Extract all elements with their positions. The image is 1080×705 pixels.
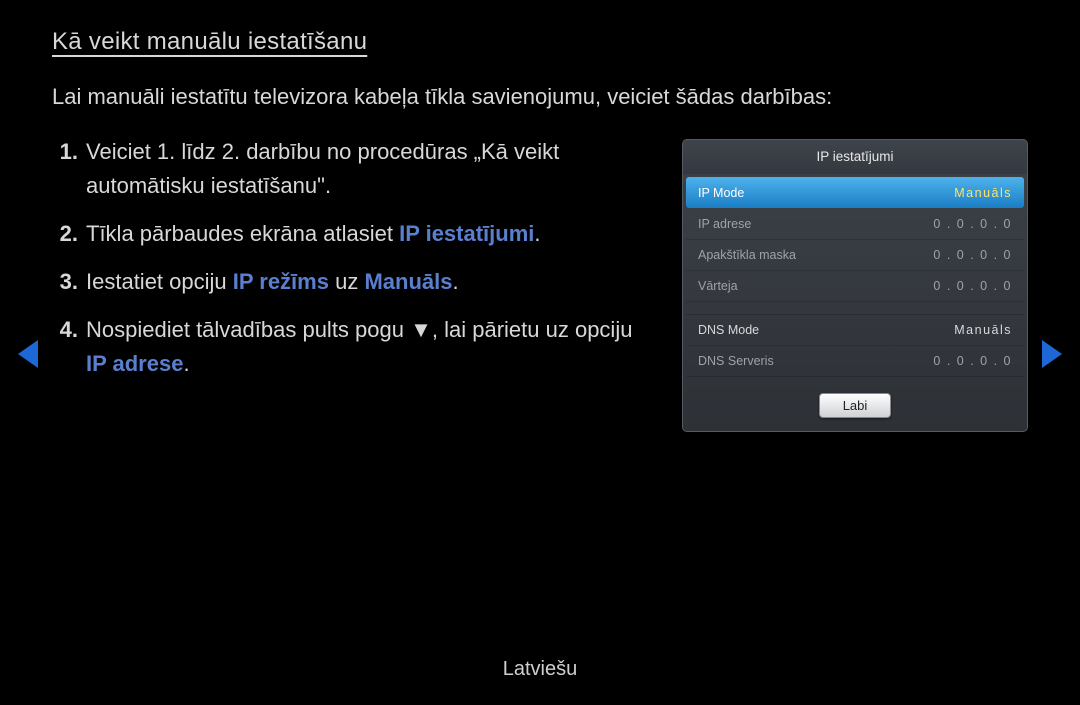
intro-text: Lai manuāli iestatītu televizora kabeļa … bbox=[52, 80, 1028, 113]
row-dns-server[interactable]: DNS Serveris 0 . 0 . 0 . 0 bbox=[686, 346, 1024, 377]
row-gateway[interactable]: Vārteja 0 . 0 . 0 . 0 bbox=[686, 271, 1024, 302]
row-ip-address[interactable]: IP adrese 0 . 0 . 0 . 0 bbox=[686, 209, 1024, 240]
row-value: Manuāls bbox=[954, 323, 1012, 337]
row-label: Apakštīkla maska bbox=[698, 248, 796, 262]
row-label: IP Mode bbox=[698, 186, 744, 200]
text: . bbox=[452, 269, 458, 294]
steps-list: 1. Veiciet 1. līdz 2. darbību no procedū… bbox=[52, 135, 652, 432]
text: Iestatiet opciju bbox=[86, 269, 233, 294]
row-label: IP adrese bbox=[698, 217, 751, 231]
row-label: DNS Mode bbox=[698, 323, 759, 337]
step-2: 2. Tīkla pārbaudes ekrāna atlasiet IP ie… bbox=[52, 217, 652, 251]
step-number: 4. bbox=[52, 313, 86, 381]
highlight-ip-settings: IP iestatījumi bbox=[399, 221, 534, 246]
row-value: 0 . 0 . 0 . 0 bbox=[933, 279, 1012, 293]
row-subnet-mask[interactable]: Apakštīkla maska 0 . 0 . 0 . 0 bbox=[686, 240, 1024, 271]
step-body: Nospiediet tālvadības pults pogu ▼, lai … bbox=[86, 313, 652, 381]
nav-left-icon[interactable] bbox=[18, 340, 38, 368]
step-number: 2. bbox=[52, 217, 86, 251]
row-value: Manuāls bbox=[954, 186, 1012, 200]
down-arrow-icon: ▼ bbox=[410, 313, 432, 347]
nav-right-icon[interactable] bbox=[1042, 340, 1062, 368]
text: Nospiediet tālvadības pults pogu bbox=[86, 317, 410, 342]
row-ip-mode[interactable]: IP Mode Manuāls bbox=[686, 177, 1024, 208]
step-4: 4. Nospiediet tālvadības pults pogu ▼, l… bbox=[52, 313, 652, 381]
text: uz bbox=[329, 269, 364, 294]
step-body: Veiciet 1. līdz 2. darbību no procedūras… bbox=[86, 135, 652, 203]
row-dns-mode[interactable]: DNS Mode Manuāls bbox=[686, 315, 1024, 346]
highlight-manual: Manuāls bbox=[364, 269, 452, 294]
row-label: DNS Serveris bbox=[698, 354, 774, 368]
panel-title: IP iestatījumi bbox=[683, 140, 1027, 174]
step-body: Tīkla pārbaudes ekrāna atlasiet IP iesta… bbox=[86, 217, 652, 251]
highlight-ip-address: IP adrese bbox=[86, 351, 183, 376]
step-number: 3. bbox=[52, 265, 86, 299]
text: , lai pārietu uz opciju bbox=[432, 317, 633, 342]
text: Tīkla pārbaudes ekrāna atlasiet bbox=[86, 221, 399, 246]
row-value: 0 . 0 . 0 . 0 bbox=[933, 217, 1012, 231]
row-value: 0 . 0 . 0 . 0 bbox=[933, 248, 1012, 262]
highlight-ip-mode: IP režīms bbox=[233, 269, 329, 294]
page-title: Kā veikt manuālu iestatīšanu bbox=[52, 28, 1028, 56]
ok-button[interactable]: Labi bbox=[819, 393, 891, 418]
language-label: Latviešu bbox=[0, 658, 1080, 681]
step-3: 3. Iestatiet opciju IP režīms uz Manuāls… bbox=[52, 265, 652, 299]
step-body: Iestatiet opciju IP režīms uz Manuāls. bbox=[86, 265, 652, 299]
ip-settings-panel: IP iestatījumi IP Mode Manuāls IP adrese… bbox=[682, 139, 1028, 432]
text: . bbox=[534, 221, 540, 246]
row-value: 0 . 0 . 0 . 0 bbox=[933, 354, 1012, 368]
step-number: 1. bbox=[52, 135, 86, 203]
row-label: Vārteja bbox=[698, 279, 738, 293]
separator bbox=[686, 302, 1024, 315]
step-1: 1. Veiciet 1. līdz 2. darbību no procedū… bbox=[52, 135, 652, 203]
text: . bbox=[183, 351, 189, 376]
